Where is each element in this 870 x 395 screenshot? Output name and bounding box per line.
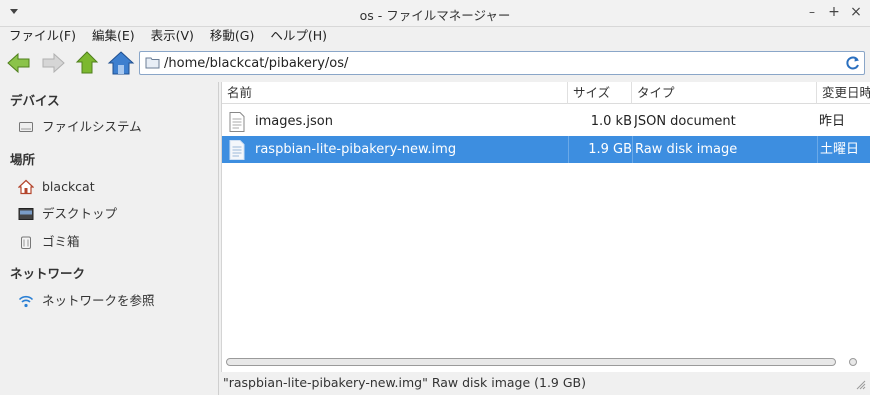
minimize-icon[interactable]: – bbox=[804, 4, 820, 20]
forward-button[interactable] bbox=[40, 50, 68, 78]
title-bar: os - ファイルマネージャー – + × bbox=[0, 0, 870, 27]
horizontal-scrollbar[interactable] bbox=[226, 358, 836, 366]
menu-go[interactable]: 移動(G) bbox=[203, 27, 261, 45]
sidebar-item-label: blackcat bbox=[42, 179, 95, 194]
menubar: ファイル(F) 編集(E) 表示(V) 移動(G) ヘルプ(H) bbox=[0, 27, 870, 47]
status-text: "raspbian-lite-pibakery-new.img" Raw dis… bbox=[223, 375, 587, 390]
file-modified: 昨日 bbox=[819, 114, 846, 129]
sidebar-item-label: デスクトップ bbox=[42, 206, 118, 221]
sidebar: デバイス ファイルシステム 場所 blackcat デスクトップ ゴミ箱 ネット… bbox=[0, 82, 219, 395]
menu-file[interactable]: ファイル(F) bbox=[2, 27, 83, 45]
file-modified: 土曜日 bbox=[817, 136, 870, 163]
back-button[interactable] bbox=[6, 50, 34, 78]
column-header-modified[interactable]: 変更日時 bbox=[817, 82, 870, 104]
file-list: 名前 サイズ タイプ 変更日時 images.json 1.0 kB JSON … bbox=[221, 82, 870, 372]
wifi-icon bbox=[18, 295, 34, 308]
folder-icon bbox=[145, 57, 160, 69]
table-row[interactable]: images.json 1.0 kB JSON document 昨日 bbox=[222, 108, 870, 135]
home-icon bbox=[107, 51, 135, 75]
location-path: /home/blackcat/pibakery/os/ bbox=[164, 56, 349, 71]
home-button[interactable] bbox=[107, 50, 135, 78]
window-title: os - ファイルマネージャー bbox=[359, 8, 511, 23]
up-button[interactable] bbox=[74, 50, 102, 78]
file-size: 1.0 kB bbox=[590, 114, 632, 129]
menu-view[interactable]: 表示(V) bbox=[144, 27, 201, 45]
sidebar-item-label: ファイルシステム bbox=[42, 119, 142, 134]
text-file-icon bbox=[229, 112, 245, 132]
file-name: raspbian-lite-pibakery-new.img bbox=[255, 142, 457, 157]
column-header-type[interactable]: タイプ bbox=[632, 82, 817, 104]
back-arrow-icon bbox=[7, 52, 30, 74]
toolbar: /home/blackcat/pibakery/os/ bbox=[0, 48, 870, 80]
menu-help[interactable]: ヘルプ(H) bbox=[263, 27, 334, 45]
file-type: JSON document bbox=[634, 114, 736, 129]
up-arrow-icon bbox=[75, 51, 99, 74]
status-bar: "raspbian-lite-pibakery-new.img" Raw dis… bbox=[221, 373, 870, 395]
close-icon[interactable]: × bbox=[848, 4, 864, 20]
maximize-icon[interactable]: + bbox=[826, 4, 842, 20]
home-icon bbox=[18, 179, 34, 195]
sidebar-item-label: ネットワークを参照 bbox=[42, 293, 155, 308]
menu-edit[interactable]: 編集(E) bbox=[85, 27, 142, 45]
column-header-name[interactable]: 名前 bbox=[222, 82, 568, 104]
file-name: images.json bbox=[255, 114, 333, 129]
scrollbar-end-cap[interactable] bbox=[849, 358, 857, 366]
reload-icon[interactable] bbox=[845, 55, 861, 71]
column-header-size[interactable]: サイズ bbox=[568, 82, 632, 104]
forward-arrow-icon bbox=[42, 52, 65, 74]
trash-icon bbox=[21, 236, 31, 249]
file-size: 1.9 GB bbox=[568, 136, 632, 163]
desktop-icon bbox=[18, 208, 34, 220]
location-bar[interactable]: /home/blackcat/pibakery/os/ bbox=[139, 51, 865, 75]
file-type: Raw disk image bbox=[632, 136, 817, 163]
sidebar-heading-devices: デバイス bbox=[10, 93, 60, 108]
sidebar-item-label: ゴミ箱 bbox=[42, 234, 80, 249]
sidebar-heading-places: 場所 bbox=[10, 152, 36, 167]
drive-icon bbox=[19, 122, 33, 132]
table-row[interactable]: raspbian-lite-pibakery-new.img 1.9 GB Ra… bbox=[222, 136, 870, 163]
resize-grip-icon[interactable] bbox=[856, 380, 866, 390]
disk-image-file-icon bbox=[229, 140, 245, 160]
sidebar-heading-network: ネットワーク bbox=[10, 266, 86, 281]
